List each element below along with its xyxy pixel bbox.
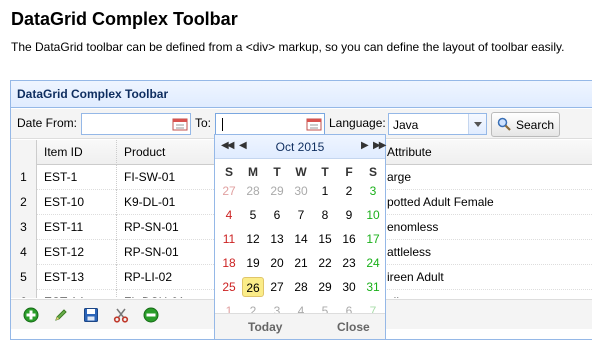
- row-number: 2: [11, 190, 37, 215]
- calendar-day[interactable]: 11: [218, 229, 240, 249]
- remove-icon[interactable]: [143, 307, 159, 323]
- datepicker-calendar: ◀◀ ◀ Oct 2015 ▶ ▶▶ S M T W T F S 27 28 29 30 1 2 3 4 5 6…: [214, 134, 386, 340]
- edit-icon[interactable]: [53, 307, 69, 323]
- save-icon[interactable]: [83, 307, 99, 323]
- calendar-day[interactable]: 30: [338, 277, 360, 297]
- calendar-day[interactable]: 8: [314, 205, 336, 225]
- calendar-day[interactable]: 28: [290, 277, 312, 297]
- attribute-cell: enomless: [387, 220, 439, 234]
- calendar-day[interactable]: 13: [266, 229, 288, 249]
- calendar-day[interactable]: 1: [314, 181, 336, 201]
- row-number: 3: [11, 215, 37, 240]
- date-to-field[interactable]: [215, 113, 325, 135]
- weekday-header: T: [273, 165, 281, 179]
- search-icon: [497, 117, 511, 131]
- calendar-day[interactable]: 9: [338, 205, 360, 225]
- calendar-day[interactable]: 19: [242, 253, 264, 273]
- calendar-day[interactable]: 31: [362, 277, 384, 297]
- attribute-cell: ail: [387, 290, 587, 298]
- next-year-icon[interactable]: ▶▶: [373, 140, 386, 151]
- attribute-cell: ireen Adult: [387, 270, 444, 284]
- calendar-icon[interactable]: [306, 117, 322, 131]
- calendar-day[interactable]: 28: [242, 181, 264, 201]
- calendar-day[interactable]: 25: [218, 277, 240, 297]
- calendar-day[interactable]: 29: [314, 277, 336, 297]
- calendar-day[interactable]: 5: [242, 205, 264, 225]
- row-number: 1: [11, 165, 37, 190]
- attribute-cell: attleless: [387, 245, 432, 259]
- calendar-day[interactable]: 24: [362, 253, 384, 273]
- row-number: 6: [11, 290, 37, 298]
- attribute-cell: arge: [387, 170, 412, 184]
- calendar-day[interactable]: 27: [218, 181, 240, 201]
- calendar-day[interactable]: 7: [290, 205, 312, 225]
- today-button[interactable]: Today: [248, 320, 282, 334]
- calendar-day[interactable]: 12: [242, 229, 264, 249]
- chevron-down-icon[interactable]: [468, 114, 486, 134]
- date-to-label: To:: [195, 116, 212, 130]
- weekday-header: W: [295, 165, 307, 179]
- cut-icon[interactable]: [113, 307, 129, 323]
- product-cell: RP-LI-02: [117, 265, 221, 290]
- add-icon[interactable]: [23, 307, 39, 323]
- date-from-label: Date From:: [17, 116, 78, 130]
- page-title: DataGrid Complex Toolbar: [11, 9, 238, 29]
- weekday-header: M: [248, 165, 258, 179]
- language-label: Language:: [329, 116, 386, 130]
- product-cell: FI-SW-01: [117, 165, 221, 190]
- page-description: The DataGrid toolbar can be defined from…: [11, 40, 565, 54]
- weekday-header: F: [345, 165, 353, 179]
- calendar-day[interactable]: 18: [218, 253, 240, 273]
- search-button[interactable]: Search: [491, 112, 560, 137]
- calendar-day[interactable]: 21: [290, 253, 312, 273]
- text-cursor: [222, 118, 223, 131]
- calendar-day[interactable]: 6: [266, 205, 288, 225]
- item-id-cell: EST-10: [37, 190, 117, 215]
- column-header-item-id[interactable]: Item ID: [37, 140, 117, 165]
- calendar-day[interactable]: 4: [218, 205, 240, 225]
- calendar-day[interactable]: 22: [314, 253, 336, 273]
- calendar-day[interactable]: 15: [314, 229, 336, 249]
- product-cell: RP-SN-01: [117, 215, 221, 240]
- item-id-cell: EST-12: [37, 240, 117, 265]
- close-button[interactable]: Close: [337, 320, 370, 334]
- product-cell: K9-DL-01: [117, 190, 221, 215]
- language-value: Java: [393, 118, 419, 132]
- weekday-header: S: [368, 165, 377, 179]
- language-select[interactable]: Java: [388, 113, 487, 135]
- row-number: 4: [11, 240, 37, 265]
- calendar-day[interactable]: 29: [266, 181, 288, 201]
- search-label: Search: [516, 118, 555, 132]
- calendar-header: ◀◀ ◀ Oct 2015 ▶ ▶▶: [215, 135, 386, 159]
- weekday-header: T: [321, 165, 329, 179]
- calendar-day[interactable]: 20: [266, 253, 288, 273]
- product-cell: FL-DSH-01: [117, 290, 221, 298]
- calendar-day[interactable]: 3: [362, 181, 384, 201]
- calendar-day[interactable]: 10: [362, 205, 384, 225]
- attribute-cell: potted Adult Female: [387, 195, 494, 209]
- calendar-day[interactable]: 27: [266, 277, 288, 297]
- item-id-cell: EST-13: [37, 265, 117, 290]
- calendar-month-year[interactable]: Oct 2015: [215, 140, 385, 154]
- calendar-day[interactable]: 30: [290, 181, 312, 201]
- next-month-icon[interactable]: ▶: [361, 140, 369, 151]
- calendar-footer: Today Close: [215, 313, 385, 339]
- calendar-icon[interactable]: [172, 117, 188, 131]
- weekday-header: S: [224, 165, 233, 179]
- calendar-day[interactable]: 23: [338, 253, 360, 273]
- row-number: 5: [11, 265, 37, 290]
- rownum-header: [11, 140, 37, 165]
- date-from-field[interactable]: [81, 113, 191, 135]
- calendar-day-selected[interactable]: 26: [242, 277, 264, 297]
- item-id-cell: EST-14: [37, 290, 117, 298]
- calendar-day[interactable]: 2: [338, 181, 360, 201]
- item-id-cell: EST-11: [37, 215, 117, 240]
- item-id-cell: EST-1: [37, 165, 117, 190]
- calendar-day[interactable]: 17: [362, 229, 384, 249]
- calendar-day[interactable]: 14: [290, 229, 312, 249]
- panel-title: DataGrid Complex Toolbar: [11, 81, 592, 108]
- calendar-day[interactable]: 16: [338, 229, 360, 249]
- product-cell: RP-SN-01: [117, 240, 221, 265]
- column-header-product[interactable]: Product: [117, 140, 221, 165]
